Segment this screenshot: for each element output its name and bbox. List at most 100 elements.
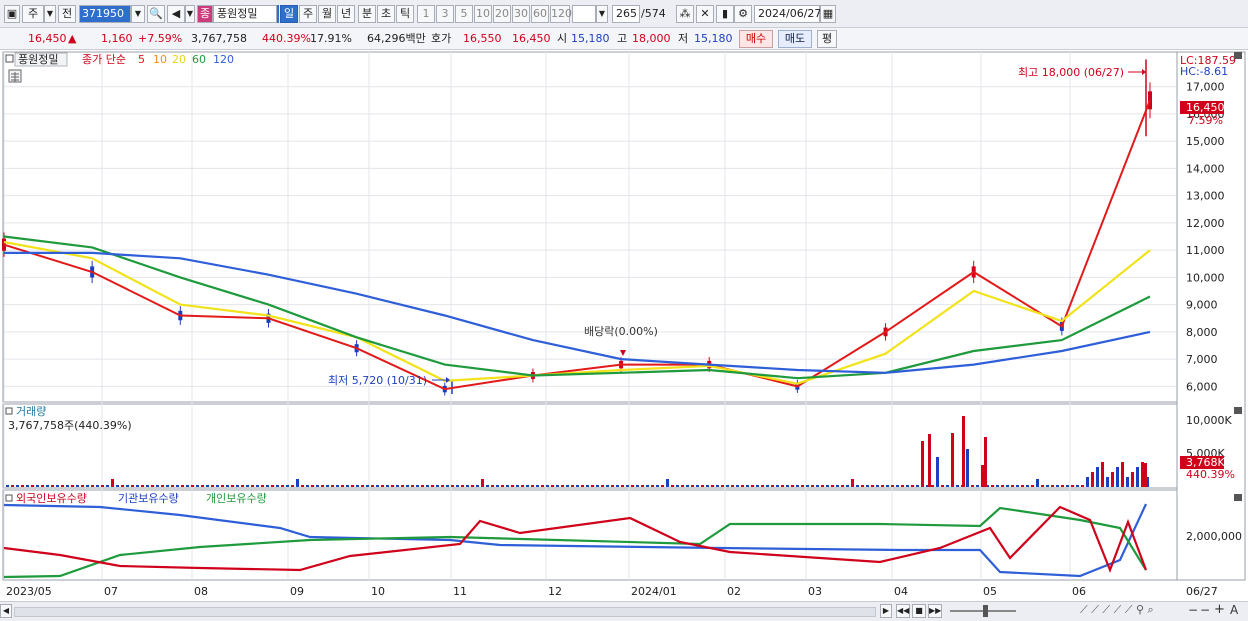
volume-bar xyxy=(771,485,774,487)
volume-bar xyxy=(741,485,744,487)
volume-bar xyxy=(826,485,829,487)
x-tick-label: 07 xyxy=(104,585,118,598)
volume-bar xyxy=(1006,485,1009,487)
interval-1[interactable]: 1 xyxy=(417,5,435,23)
buy-button[interactable]: 매수 xyxy=(739,30,773,48)
volume-bar xyxy=(706,485,709,487)
volume-bar xyxy=(1126,477,1129,487)
window-icon[interactable]: ▣ xyxy=(4,5,20,23)
zoom-out-icon[interactable]: − xyxy=(1188,603,1198,617)
holding-panel-close-icon[interactable] xyxy=(1234,494,1242,501)
legend-individual-holding: 개인보유수량 xyxy=(206,492,267,505)
interval-30[interactable]: 30 xyxy=(512,5,530,23)
prev-button[interactable]: 전 xyxy=(58,5,76,23)
y-tick-label: 10,000 xyxy=(1186,271,1225,284)
stock-code-input[interactable]: 371950 xyxy=(79,5,131,23)
scroll-right-icon[interactable]: ▶ xyxy=(880,604,892,618)
volume-bar xyxy=(891,485,894,487)
zoom-in-icon[interactable]: + xyxy=(1214,602,1225,617)
custom-interval-input[interactable] xyxy=(572,5,596,23)
volume-bar xyxy=(316,485,319,487)
date-input[interactable]: 2024/06/27 xyxy=(754,5,821,23)
volume-bar xyxy=(1046,485,1049,487)
x-tick-label: 03 xyxy=(808,585,822,598)
current-pct-tag: 7.59% xyxy=(1188,114,1223,127)
volume-bar xyxy=(836,485,839,487)
crosshair-icon[interactable]: ✕ xyxy=(696,5,714,23)
speaker-dropdown-icon[interactable]: ▼ xyxy=(185,5,195,23)
grid-tool-icon[interactable]: ⁂ xyxy=(676,5,694,23)
volume-bar xyxy=(11,485,14,487)
period-main-selector[interactable]: 주 xyxy=(22,5,44,23)
interval-60[interactable]: 60 xyxy=(531,5,549,23)
legend-ma120: 120 xyxy=(213,53,234,66)
x-tick-label: 2024/01 xyxy=(631,585,677,598)
period-month[interactable]: 월 xyxy=(318,5,336,23)
volume-bar xyxy=(576,485,579,487)
period-day[interactable]: 일 xyxy=(280,5,298,23)
volume-bar xyxy=(816,485,819,487)
stock-name-field[interactable]: 풍원정밀 xyxy=(213,5,277,23)
volume-bar xyxy=(851,479,854,487)
chevron-down-icon[interactable]: ▼ xyxy=(44,5,56,23)
period-second[interactable]: 초 xyxy=(377,5,395,23)
interval-120[interactable]: 120 xyxy=(550,5,572,23)
volume-bar xyxy=(446,485,449,487)
volume-bar xyxy=(861,485,864,487)
interval-3[interactable]: 3 xyxy=(436,5,454,23)
x-tick-label: 12 xyxy=(548,585,562,598)
scroll-track[interactable] xyxy=(14,607,876,617)
auto-scale-icon[interactable]: A xyxy=(1230,603,1238,617)
volume-bar xyxy=(921,441,924,487)
search-icon[interactable]: 🔍 xyxy=(147,5,165,23)
volume-bar xyxy=(581,485,584,487)
rewind-icon[interactable]: ◀◀ xyxy=(896,604,910,618)
count-total: /574 xyxy=(641,7,666,20)
calendar-icon[interactable]: ▦ xyxy=(820,5,836,23)
scroll-left-icon[interactable]: ◀ xyxy=(0,604,12,618)
period-minute[interactable]: 분 xyxy=(358,5,376,23)
stop-icon[interactable]: ■ xyxy=(912,604,926,618)
x-tick-label: 08 xyxy=(194,585,208,598)
drawing-tools-icons[interactable]: ⟋ ⟋ ⟋ ⟋ ⟋ ⚲ ⌕ xyxy=(1080,603,1154,617)
volume-bar xyxy=(381,485,384,487)
volume-bar xyxy=(126,485,129,487)
volume-bar xyxy=(26,485,29,487)
volume-bar xyxy=(341,485,344,487)
current-price: 16,450 xyxy=(28,32,67,45)
volume-bar xyxy=(436,485,439,487)
period-tick[interactable]: 틱 xyxy=(396,5,414,23)
volume-bar xyxy=(511,485,514,487)
speaker-icon[interactable]: ◀ xyxy=(167,5,185,23)
zoom-slider-handle[interactable] xyxy=(983,605,988,617)
interval-5[interactable]: 5 xyxy=(455,5,473,23)
custom-interval-dropdown-icon[interactable]: ▼ xyxy=(596,5,608,23)
sell-button[interactable]: 매도 xyxy=(778,30,812,48)
interval-10[interactable]: 10 xyxy=(474,5,492,23)
minimize-icon[interactable]: − xyxy=(1200,603,1210,617)
volume-bar xyxy=(296,479,299,487)
volume-bar xyxy=(601,485,604,487)
interval-20[interactable]: 20 xyxy=(493,5,511,23)
price-panel-close-icon[interactable] xyxy=(1234,52,1242,59)
code-dropdown-icon[interactable]: ▼ xyxy=(131,5,145,23)
count-input[interactable]: 265 xyxy=(612,5,640,23)
settings-gear-icon[interactable]: ⚙ xyxy=(734,5,752,23)
price-panel xyxy=(2,51,1178,403)
volume-bar xyxy=(1011,485,1014,487)
volume-panel-close-icon[interactable] xyxy=(1234,407,1242,414)
period-week[interactable]: 주 xyxy=(299,5,317,23)
volume-bar xyxy=(76,485,79,487)
price-change-pct: +7.59% xyxy=(138,32,183,45)
volume-bar xyxy=(196,485,199,487)
volume-bar xyxy=(1131,472,1134,487)
stock-chart[interactable]: 17,00016,00015,00014,00013,00012,00011,0… xyxy=(0,50,1248,601)
average-button[interactable]: 평 xyxy=(817,30,837,48)
volume-bar xyxy=(46,485,49,487)
forward-icon[interactable]: ▶▶ xyxy=(928,604,942,618)
period-year[interactable]: 년 xyxy=(337,5,355,23)
save-icon[interactable]: ▮ xyxy=(716,5,734,23)
volume-bar xyxy=(881,485,884,487)
volume-bar xyxy=(276,485,279,487)
volume-bar xyxy=(571,485,574,487)
